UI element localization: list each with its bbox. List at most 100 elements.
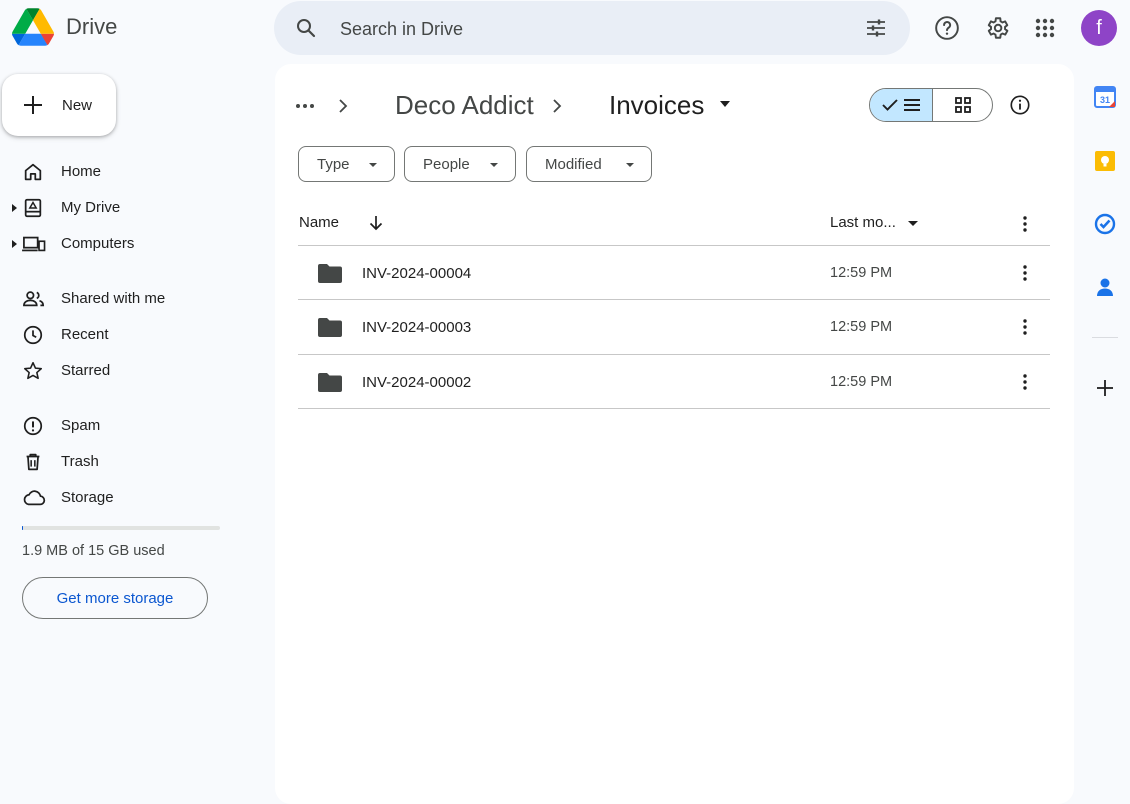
folder-icon bbox=[318, 264, 342, 283]
chevron-down-icon bbox=[625, 162, 635, 168]
drive-logo[interactable]: Drive bbox=[12, 8, 117, 46]
filter-chip-label: Type bbox=[317, 155, 350, 173]
file-modified: 12:59 PM bbox=[830, 319, 893, 335]
trash-icon bbox=[22, 451, 44, 473]
chevron-right-icon bbox=[337, 95, 349, 117]
breadcrumb-current[interactable]: Invoices bbox=[609, 90, 704, 121]
search-bar[interactable] bbox=[274, 1, 910, 55]
file-name: INV-2024-00004 bbox=[362, 265, 472, 282]
sidebar-item-home[interactable]: Home bbox=[0, 154, 260, 190]
list-view-button[interactable] bbox=[870, 89, 933, 121]
storage-usage-fill bbox=[22, 526, 23, 530]
sidebar-item-storage[interactable]: Storage bbox=[0, 480, 260, 516]
sidebar-item-label: Trash bbox=[61, 453, 99, 470]
sidebar-item-label: Home bbox=[61, 163, 102, 180]
star-icon bbox=[22, 360, 44, 382]
grid-view-button[interactable] bbox=[933, 89, 992, 121]
tasks-icon[interactable] bbox=[1094, 213, 1116, 235]
calendar-icon[interactable]: 31 bbox=[1094, 86, 1116, 108]
table-row[interactable]: INV-2024-00003 12:59 PM bbox=[298, 300, 1050, 354]
file-modified: 12:59 PM bbox=[830, 374, 893, 390]
filter-modified-chip[interactable]: Modified bbox=[526, 146, 652, 182]
contacts-icon[interactable] bbox=[1094, 276, 1116, 298]
add-icon[interactable] bbox=[1094, 377, 1116, 399]
storage-usage-text: 1.9 MB of 15 GB used bbox=[22, 543, 165, 559]
column-header-last-modified[interactable]: Last mo... bbox=[830, 214, 896, 231]
search-options-icon[interactable] bbox=[864, 16, 888, 40]
more-vert-icon[interactable] bbox=[1015, 317, 1035, 337]
column-header-name[interactable]: Name bbox=[299, 214, 339, 231]
sidebar-item-computers[interactable]: Computers bbox=[0, 226, 260, 262]
my-drive-icon bbox=[22, 197, 44, 219]
table-row[interactable]: INV-2024-00002 12:59 PM bbox=[298, 355, 1050, 409]
sidebar-item-recent[interactable]: Recent bbox=[0, 317, 260, 353]
apps-button[interactable] bbox=[1030, 13, 1060, 43]
help-button[interactable] bbox=[932, 13, 962, 43]
check-icon bbox=[882, 99, 898, 111]
sidebar-item-my-drive[interactable]: My Drive bbox=[0, 190, 260, 226]
plus-icon bbox=[24, 96, 42, 114]
filter-chip-label: People bbox=[423, 155, 470, 173]
sidebar-item-shared-with-me[interactable]: Shared with me bbox=[0, 281, 260, 317]
search-input[interactable] bbox=[338, 13, 822, 45]
rail-divider bbox=[1092, 337, 1118, 338]
gear-icon bbox=[987, 17, 1009, 39]
storage-usage-bar bbox=[22, 526, 220, 530]
computers-icon bbox=[22, 233, 46, 255]
sidebar-item-spam[interactable]: Spam bbox=[0, 408, 260, 444]
sidebar-item-label: Storage bbox=[61, 489, 114, 506]
folder-icon bbox=[318, 373, 342, 392]
cloud-icon bbox=[22, 487, 46, 509]
chevron-down-icon[interactable] bbox=[907, 220, 919, 227]
sidebar-item-trash[interactable]: Trash bbox=[0, 444, 260, 480]
table-divider bbox=[298, 408, 1050, 409]
sidebar-item-label: Computers bbox=[61, 235, 135, 252]
breadcrumb-item[interactable]: Deco Addict bbox=[395, 90, 534, 121]
drive-logo-icon bbox=[12, 8, 54, 46]
sidebar-item-label: Starred bbox=[61, 362, 111, 379]
app-name: Drive bbox=[66, 14, 118, 39]
expand-caret-icon[interactable] bbox=[12, 204, 18, 212]
chevron-down-icon bbox=[489, 162, 499, 168]
clock-icon bbox=[22, 324, 44, 346]
filter-type-chip[interactable]: Type bbox=[298, 146, 395, 182]
filter-people-chip[interactable]: People bbox=[404, 146, 516, 182]
chevron-down-icon bbox=[368, 162, 378, 168]
folder-icon bbox=[318, 318, 342, 337]
home-icon bbox=[22, 161, 44, 183]
table-row[interactable]: INV-2024-00004 12:59 PM bbox=[298, 246, 1050, 300]
new-button-label: New bbox=[62, 96, 93, 114]
list-icon bbox=[904, 99, 920, 111]
sidebar-item-label: Recent bbox=[61, 326, 109, 343]
search-icon[interactable] bbox=[294, 16, 318, 40]
expand-caret-icon[interactable] bbox=[12, 240, 18, 248]
sidebar-item-label: My Drive bbox=[61, 199, 121, 216]
new-button[interactable]: New bbox=[2, 74, 116, 136]
more-horizontal-icon[interactable] bbox=[295, 98, 315, 114]
file-name: INV-2024-00003 bbox=[362, 319, 472, 336]
more-vert-icon[interactable] bbox=[1015, 214, 1035, 234]
file-modified: 12:59 PM bbox=[830, 265, 893, 281]
chevron-down-icon[interactable] bbox=[719, 100, 731, 108]
grid-icon bbox=[954, 97, 971, 113]
more-vert-icon[interactable] bbox=[1015, 372, 1035, 392]
more-vert-icon[interactable] bbox=[1015, 263, 1035, 283]
spam-icon bbox=[22, 415, 44, 437]
info-icon[interactable] bbox=[1009, 94, 1031, 116]
keep-icon[interactable] bbox=[1094, 150, 1116, 172]
main-content: Deco Addict Invoices Type People Modifie… bbox=[275, 64, 1074, 804]
sidebar-item-label: Spam bbox=[61, 417, 101, 434]
settings-button[interactable] bbox=[982, 13, 1012, 43]
sidebar-item-starred[interactable]: Starred bbox=[0, 353, 260, 389]
svg-text:31: 31 bbox=[1100, 95, 1110, 105]
help-icon bbox=[935, 16, 959, 40]
sidebar-item-label: Shared with me bbox=[61, 290, 166, 307]
file-name: INV-2024-00002 bbox=[362, 374, 472, 391]
get-more-storage-button[interactable]: Get more storage bbox=[22, 577, 208, 619]
filter-chip-label: Modified bbox=[545, 155, 602, 173]
apps-grid-icon bbox=[1035, 18, 1055, 38]
chevron-right-icon bbox=[551, 95, 563, 117]
account-avatar[interactable]: f bbox=[1081, 10, 1117, 46]
shared-icon bbox=[22, 288, 46, 310]
sort-arrow-down-icon[interactable] bbox=[367, 214, 385, 232]
